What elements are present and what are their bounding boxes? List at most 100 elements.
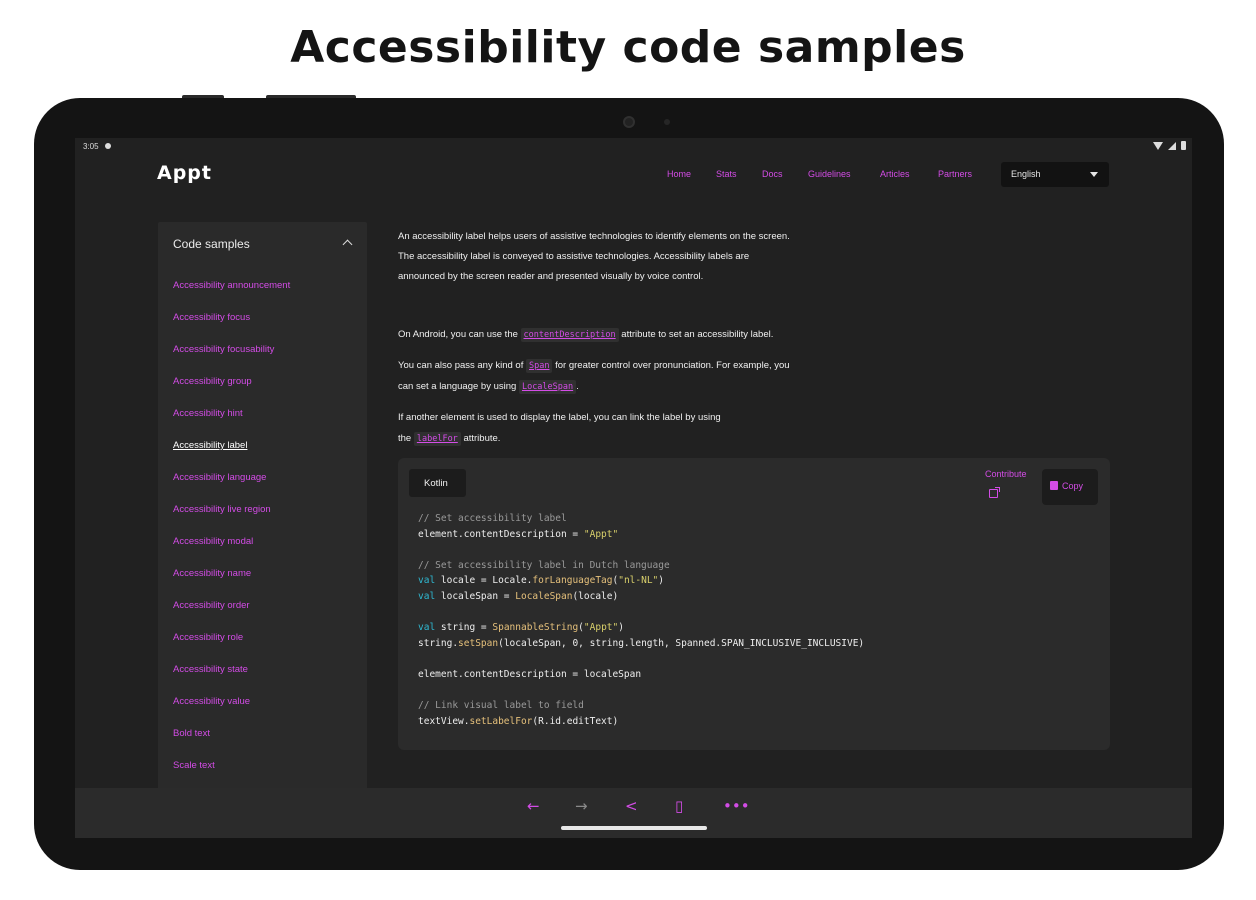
- code-comment: // Link visual label to field: [418, 700, 584, 712]
- browser-bottom-bar: ← → < ▯ •••: [75, 788, 1192, 838]
- sidebar-item[interactable]: Accessibility language: [173, 472, 266, 483]
- text: attribute to set an accessibility label.: [621, 329, 774, 340]
- caret-down-icon: [1090, 172, 1098, 177]
- copy-label: Copy: [1062, 481, 1084, 491]
- signal-icon: [1168, 141, 1176, 150]
- tab-kotlin[interactable]: Kotlin: [409, 469, 466, 497]
- sidebar-item[interactable]: Accessibility name: [173, 568, 251, 579]
- sidebar-item-active[interactable]: Accessibility label: [173, 440, 247, 451]
- text: can set a language by using: [398, 381, 517, 392]
- page-headline: Accessibility code samples: [290, 22, 966, 73]
- code-text: ): [618, 622, 624, 634]
- intro-line: The accessibility label is conveyed to a…: [398, 251, 750, 262]
- sidebar-item[interactable]: Accessibility announcement: [173, 280, 290, 291]
- notification-icon: [105, 143, 111, 149]
- site-header: Appt Home Stats Docs Guidelines Articles…: [75, 156, 1192, 198]
- code-function: setSpan: [458, 637, 499, 649]
- more-icon[interactable]: •••: [723, 797, 750, 815]
- sensor-dot: [664, 119, 670, 125]
- code-text: (R.id.editText): [532, 715, 619, 727]
- code-text: element.contentDescription =: [418, 528, 584, 540]
- sidebar-item[interactable]: Bold text: [173, 728, 210, 739]
- sidebar-item[interactable]: Accessibility live region: [173, 504, 271, 515]
- sidebar-item[interactable]: Accessibility state: [173, 664, 248, 675]
- sidebar-item[interactable]: Accessibility role: [173, 632, 243, 643]
- nav-articles[interactable]: Articles: [880, 169, 938, 179]
- code-link-contentdescription[interactable]: contentDescription: [520, 328, 619, 342]
- labelfor-paragraph: the labelFor attribute.: [398, 428, 500, 450]
- text: .: [576, 381, 579, 392]
- intro-line: announced by the screen reader and prese…: [398, 271, 704, 282]
- code-block: // Set accessibility label element.conte…: [418, 511, 864, 729]
- text: for greater control over pronunciation. …: [555, 360, 790, 371]
- text: the: [398, 433, 412, 444]
- code-link-localespan[interactable]: LocaleSpan: [518, 380, 577, 394]
- copy-button[interactable]: Copy: [1042, 469, 1098, 505]
- code-string: "nl-NL": [618, 575, 659, 587]
- code-string: "Appt": [583, 528, 619, 540]
- forward-arrow-icon[interactable]: →: [575, 797, 588, 815]
- code-comment: // Set accessibility label in Dutch lang…: [418, 559, 670, 571]
- status-bar: 3:05: [75, 138, 1192, 156]
- back-arrow-icon[interactable]: ←: [527, 797, 540, 815]
- share-icon[interactable]: <: [625, 797, 638, 815]
- camera-icon: [623, 116, 635, 128]
- language-select[interactable]: English: [1001, 162, 1109, 187]
- code-text: element.contentDescription = localeSpan: [418, 668, 642, 680]
- nav-partners[interactable]: Partners: [938, 169, 988, 179]
- nav-stats[interactable]: Stats: [716, 169, 762, 179]
- labelfor-line: If another element is used to display th…: [398, 412, 721, 423]
- wifi-icon: [1153, 141, 1163, 150]
- sidebar-title[interactable]: Code samples: [173, 237, 250, 251]
- home-indicator[interactable]: [561, 826, 707, 830]
- locale-paragraph: can set a language by using LocaleSpan.: [398, 376, 579, 398]
- text: You can also pass any kind of: [398, 360, 524, 371]
- code-text: localeSpan =: [435, 590, 516, 602]
- code-sample-box: Kotlin Contribute Copy // Set accessibil…: [398, 458, 1110, 750]
- code-string: "Appt": [583, 622, 619, 634]
- code-text: ): [658, 575, 664, 587]
- language-select-value: English: [1011, 169, 1041, 179]
- chevron-up-icon[interactable]: [342, 239, 353, 250]
- code-keyword: val: [418, 590, 436, 602]
- sidebar-item[interactable]: Accessibility hint: [173, 408, 243, 419]
- code-function: SpannableString: [492, 622, 579, 634]
- main-nav: Home Stats Docs Guidelines Articles Part…: [667, 169, 988, 179]
- nav-docs[interactable]: Docs: [762, 169, 808, 179]
- text: attribute.: [463, 433, 501, 444]
- code-text: (localeSpan, 0, string.length, Spanned.S…: [498, 637, 865, 649]
- status-time: 3:05: [83, 142, 99, 151]
- code-link-span[interactable]: Span: [526, 359, 553, 373]
- tablet-screen: 3:05 Appt Home Stats Docs Guidelines Art…: [75, 138, 1192, 838]
- external-link-icon[interactable]: [989, 487, 1000, 498]
- code-text: string.: [418, 637, 459, 649]
- sidebar-item[interactable]: Accessibility modal: [173, 536, 253, 547]
- battery-icon: [1181, 141, 1186, 150]
- code-comment: // Set accessibility label: [418, 513, 567, 524]
- nav-home[interactable]: Home: [667, 169, 716, 179]
- code-text: locale = Locale.: [435, 575, 533, 587]
- sidebar-item[interactable]: Accessibility focusability: [173, 344, 274, 355]
- sidebar-item[interactable]: Scale text: [173, 760, 215, 771]
- nav-guidelines[interactable]: Guidelines: [808, 169, 880, 179]
- code-link-labelfor[interactable]: labelFor: [413, 432, 461, 446]
- text: On Android, you can use the: [398, 329, 518, 340]
- code-text: (locale): [572, 590, 619, 602]
- contribute-link[interactable]: Contribute: [985, 469, 1027, 479]
- code-samples-sidebar: Code samples Accessibility announcement …: [158, 222, 367, 792]
- code-function: forLanguageTag: [532, 575, 613, 587]
- sidebar-item[interactable]: Accessibility group: [173, 376, 252, 387]
- sidebar-item[interactable]: Accessibility value: [173, 696, 250, 707]
- code-text: string =: [435, 622, 493, 634]
- code-keyword: val: [418, 575, 436, 587]
- code-function: LocaleSpan: [515, 590, 573, 602]
- span-paragraph: You can also pass any kind of Span for g…: [398, 355, 790, 377]
- sidebar-item[interactable]: Accessibility order: [173, 600, 250, 611]
- sidebar-item[interactable]: Accessibility focus: [173, 312, 250, 323]
- appt-logo[interactable]: Appt: [157, 162, 212, 184]
- code-keyword: val: [418, 622, 436, 634]
- android-paragraph: On Android, you can use the contentDescr…: [398, 324, 773, 346]
- intro-line: An accessibility label helps users of as…: [398, 231, 790, 242]
- tabs-icon[interactable]: ▯: [675, 797, 683, 815]
- code-text: textView.: [418, 715, 470, 727]
